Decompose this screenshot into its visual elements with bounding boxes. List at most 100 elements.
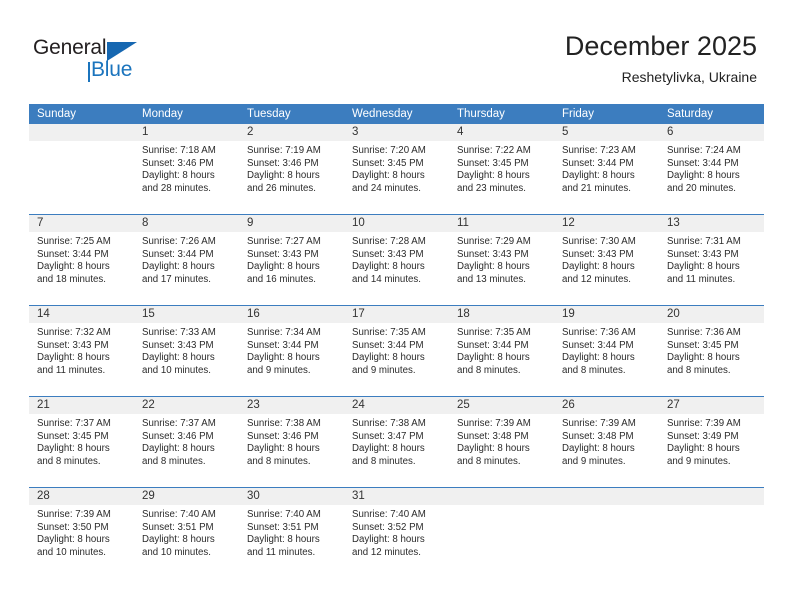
sunset-time: Sunset: 3:43 PM (352, 248, 424, 260)
sunset-time: Sunset: 3:46 PM (247, 157, 319, 169)
sunset-time: Sunset: 3:43 PM (247, 248, 319, 260)
calendar-cell[interactable]: 9 Sunrise: 7:27 AM Sunset: 3:43 PM Daylight… (239, 214, 344, 306)
day-details: Sunrise: 7:31 AM Sunset: 3:43 PM Daylight:… (659, 232, 764, 286)
sunrise-time: Sunrise: 7:36 AM (562, 327, 636, 338)
calendar-cell[interactable]: 7 Sunrise: 7:25 AM Sunset: 3:44 PM Daylight… (29, 214, 134, 306)
day-number: 27 (659, 397, 764, 414)
day-details: Sunrise: 7:33 AM Sunset: 3:43 PM Daylight:… (134, 323, 239, 377)
daylight-duration-line1: Daylight: 8 hours (562, 352, 635, 364)
daylight-duration-line2: and 18 minutes. (37, 273, 106, 285)
day-details: Sunrise: 7:25 AM Sunset: 3:44 PM Daylight:… (29, 232, 134, 286)
calendar-cell[interactable]: 8 Sunrise: 7:26 AM Sunset: 3:44 PM Daylight… (134, 214, 239, 306)
sunrise-time: Sunrise: 7:34 AM (247, 327, 321, 338)
sunrise-time: Sunrise: 7:35 AM (352, 327, 426, 338)
calendar-page: General Blue December 2025 Reshetylivka,… (0, 0, 792, 612)
calendar-cell[interactable]: 10 Sunrise: 7:28 AM Sunset: 3:43 PM Dayligh… (344, 214, 449, 306)
general-blue-logo[interactable]: General Blue (33, 36, 193, 88)
daylight-duration-line1: Daylight: 8 hours (142, 443, 215, 455)
calendar-cell[interactable]: 29 Sunrise: 7:40 AM Sunset: 3:51 PM Dayligh… (134, 487, 239, 578)
calendar-cell[interactable]: 5 Sunrise: 7:23 AM Sunset: 3:44 PM Daylight… (554, 124, 659, 215)
day-details: Sunrise: 7:29 AM Sunset: 3:43 PM Daylight:… (449, 232, 554, 286)
calendar-cell[interactable]: 11 Sunrise: 7:29 AM Sunset: 3:43 PM Dayligh… (449, 214, 554, 306)
daylight-duration-line2: and 12 minutes. (562, 273, 631, 285)
daylight-duration-line2: and 8 minutes. (37, 455, 101, 467)
calendar-cell-filled: 22 Sunrise: 7:37 AM Sunset: 3:46 PM Dayligh… (134, 397, 239, 486)
day-details: Sunrise: 7:35 AM Sunset: 3:44 PM Daylight:… (344, 323, 449, 377)
day-number: 13 (659, 215, 764, 232)
sunset-time: Sunset: 3:45 PM (352, 157, 424, 169)
calendar-cell[interactable]: 14 Sunrise: 7:32 AM Sunset: 3:43 PM Dayligh… (29, 305, 134, 397)
day-details: Sunrise: 7:19 AM Sunset: 3:46 PM Daylight:… (239, 141, 344, 195)
calendar-cell[interactable]: 19 Sunrise: 7:36 AM Sunset: 3:44 PM Dayligh… (554, 305, 659, 397)
sunset-time: Sunset: 3:44 PM (457, 339, 529, 351)
sunset-time: Sunset: 3:46 PM (247, 430, 319, 442)
day-details: Sunrise: 7:23 AM Sunset: 3:44 PM Daylight:… (554, 141, 659, 195)
calendar-cell[interactable] (449, 487, 554, 578)
calendar-cell[interactable]: 3 Sunrise: 7:20 AM Sunset: 3:45 PM Daylight… (344, 124, 449, 215)
calendar-cell-filled: 14 Sunrise: 7:32 AM Sunset: 3:43 PM Dayligh… (29, 306, 134, 395)
sunrise-time: Sunrise: 7:40 AM (352, 509, 426, 520)
daylight-duration-line1: Daylight: 8 hours (142, 170, 215, 182)
calendar-cell[interactable] (659, 487, 764, 578)
calendar-cell-filled: 25 Sunrise: 7:39 AM Sunset: 3:48 PM Dayligh… (449, 397, 554, 486)
calendar-cell[interactable]: 31 Sunrise: 7:40 AM Sunset: 3:52 PM Dayligh… (344, 487, 449, 578)
calendar-cell[interactable]: 12 Sunrise: 7:30 AM Sunset: 3:43 PM Dayligh… (554, 214, 659, 306)
sunrise-time: Sunrise: 7:29 AM (457, 236, 531, 247)
calendar-week-row: 28 Sunrise: 7:39 AM Sunset: 3:50 PM Dayligh… (29, 487, 764, 578)
weekday-header-saturday: Saturday (659, 104, 764, 124)
day-number: 24 (344, 397, 449, 414)
calendar-cell[interactable]: 1 Sunrise: 7:18 AM Sunset: 3:46 PM Daylight… (134, 124, 239, 215)
calendar-cell-filled: 17 Sunrise: 7:35 AM Sunset: 3:44 PM Dayligh… (344, 306, 449, 395)
sunrise-time: Sunrise: 7:35 AM (457, 327, 531, 338)
calendar-cell[interactable]: 17 Sunrise: 7:35 AM Sunset: 3:44 PM Dayligh… (344, 305, 449, 397)
calendar-cell[interactable]: 18 Sunrise: 7:35 AM Sunset: 3:44 PM Dayligh… (449, 305, 554, 397)
calendar-cell[interactable]: 30 Sunrise: 7:40 AM Sunset: 3:51 PM Dayligh… (239, 487, 344, 578)
sunset-time: Sunset: 3:44 PM (667, 157, 739, 169)
calendar-cell-filled: 20 Sunrise: 7:36 AM Sunset: 3:45 PM Dayligh… (659, 306, 764, 395)
calendar-cell[interactable]: 4 Sunrise: 7:22 AM Sunset: 3:45 PM Daylight… (449, 124, 554, 215)
calendar-cell[interactable]: 20 Sunrise: 7:36 AM Sunset: 3:45 PM Dayligh… (659, 305, 764, 397)
day-number: 9 (239, 215, 344, 232)
calendar-cell[interactable]: 13 Sunrise: 7:31 AM Sunset: 3:43 PM Dayligh… (659, 214, 764, 306)
sunset-time: Sunset: 3:44 PM (562, 339, 634, 351)
calendar-cell[interactable]: 15 Sunrise: 7:33 AM Sunset: 3:43 PM Dayligh… (134, 305, 239, 397)
calendar-cell[interactable]: 22 Sunrise: 7:37 AM Sunset: 3:46 PM Dayligh… (134, 396, 239, 488)
calendar-cell[interactable]: 28 Sunrise: 7:39 AM Sunset: 3:50 PM Dayligh… (29, 487, 134, 578)
calendar-cell[interactable]: 27 Sunrise: 7:39 AM Sunset: 3:49 PM Dayligh… (659, 396, 764, 488)
daylight-duration-line1: Daylight: 8 hours (247, 261, 320, 273)
sunrise-time: Sunrise: 7:37 AM (37, 418, 111, 429)
day-details: Sunrise: 7:40 AM Sunset: 3:52 PM Daylight:… (344, 505, 449, 559)
day-details: Sunrise: 7:39 AM Sunset: 3:50 PM Daylight:… (29, 505, 134, 559)
day-number: 5 (554, 124, 659, 141)
calendar-cell[interactable]: 23 Sunrise: 7:38 AM Sunset: 3:46 PM Dayligh… (239, 396, 344, 488)
day-number (554, 488, 659, 505)
calendar-cell[interactable]: 2 Sunrise: 7:19 AM Sunset: 3:46 PM Daylight… (239, 124, 344, 215)
day-details: Sunrise: 7:24 AM Sunset: 3:44 PM Daylight:… (659, 141, 764, 195)
daylight-duration-line2: and 8 minutes. (562, 364, 626, 376)
calendar-cell[interactable]: 16 Sunrise: 7:34 AM Sunset: 3:44 PM Dayligh… (239, 305, 344, 397)
calendar-cell[interactable]: 21 Sunrise: 7:37 AM Sunset: 3:45 PM Dayligh… (29, 396, 134, 488)
daylight-duration-line1: Daylight: 8 hours (562, 261, 635, 273)
calendar-cell[interactable]: 25 Sunrise: 7:39 AM Sunset: 3:48 PM Dayligh… (449, 396, 554, 488)
weekday-header-wednesday: Wednesday (344, 104, 449, 124)
calendar-cell[interactable]: 24 Sunrise: 7:38 AM Sunset: 3:47 PM Dayligh… (344, 396, 449, 488)
daylight-duration-line1: Daylight: 8 hours (457, 443, 530, 455)
calendar-cell[interactable]: 6 Sunrise: 7:24 AM Sunset: 3:44 PM Daylight… (659, 124, 764, 215)
title-block: December 2025 Reshetylivka, Ukraine (565, 30, 757, 87)
day-details: Sunrise: 7:36 AM Sunset: 3:44 PM Daylight:… (554, 323, 659, 377)
sunrise-time: Sunrise: 7:27 AM (247, 236, 321, 247)
weekday-header-friday: Friday (554, 104, 659, 124)
calendar-cell[interactable] (554, 487, 659, 578)
calendar-cell-filled: 4 Sunrise: 7:22 AM Sunset: 3:45 PM Daylight… (449, 124, 554, 213)
daylight-duration-line2: and 20 minutes. (667, 182, 736, 194)
sunrise-time: Sunrise: 7:39 AM (562, 418, 636, 429)
daylight-duration-line1: Daylight: 8 hours (37, 443, 110, 455)
calendar-cell[interactable] (29, 124, 134, 215)
daylight-duration-line1: Daylight: 8 hours (562, 170, 635, 182)
sunrise-time: Sunrise: 7:22 AM (457, 145, 531, 156)
logo-accent-bar (88, 62, 90, 82)
sunset-time: Sunset: 3:52 PM (352, 521, 424, 533)
calendar-cell-filled: 6 Sunrise: 7:24 AM Sunset: 3:44 PM Daylight… (659, 124, 764, 213)
calendar-cell[interactable]: 26 Sunrise: 7:39 AM Sunset: 3:48 PM Dayligh… (554, 396, 659, 488)
calendar-week-row: 14 Sunrise: 7:32 AM Sunset: 3:43 PM Dayligh… (29, 305, 764, 397)
